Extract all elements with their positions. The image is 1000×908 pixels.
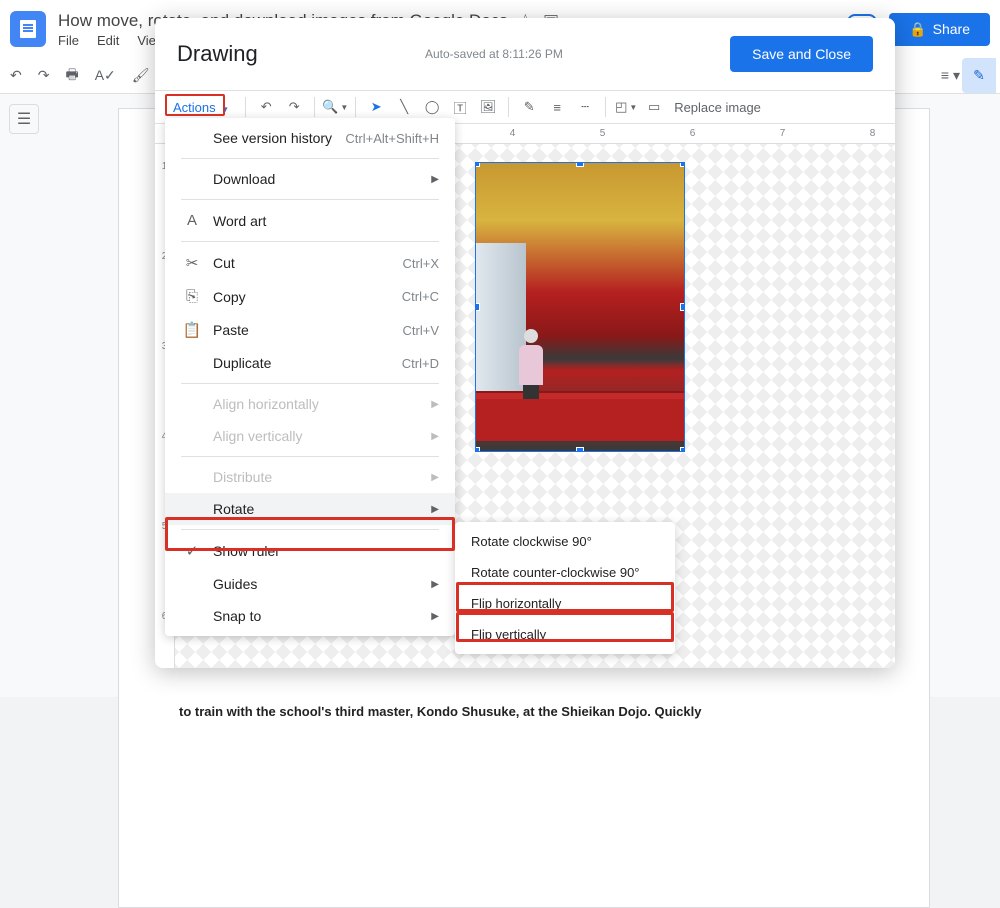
menu-wordart[interactable]: AWord art bbox=[165, 204, 455, 237]
undo-icon[interactable]: ↶ bbox=[254, 95, 278, 119]
resize-handle[interactable] bbox=[475, 162, 480, 167]
menu-paste[interactable]: 📋PasteCtrl+V bbox=[165, 313, 455, 347]
border-dash-icon[interactable]: ┄ bbox=[573, 95, 597, 119]
menu-snap-to[interactable]: Snap to▶ bbox=[165, 600, 455, 632]
textbox-icon[interactable]: 🅃 bbox=[448, 95, 472, 119]
shape-icon[interactable]: ◯ bbox=[420, 95, 444, 119]
autosave-label: Auto-saved at 8:11:26 PM bbox=[425, 47, 563, 61]
cut-icon: ✂ bbox=[181, 254, 203, 272]
submenu-flip-vertical[interactable]: Flip vertically bbox=[455, 619, 675, 650]
submenu-rotate-ccw[interactable]: Rotate counter-clockwise 90° bbox=[455, 557, 675, 588]
crop-icon[interactable]: ◰▼ bbox=[614, 95, 638, 119]
actions-menu: See version historyCtrl+Alt+Shift+H Down… bbox=[165, 118, 455, 636]
menu-version-history[interactable]: See version historyCtrl+Alt+Shift+H bbox=[165, 122, 455, 154]
resize-handle[interactable] bbox=[576, 447, 584, 452]
actions-button[interactable]: Actions ▼ bbox=[165, 96, 237, 119]
image-icon[interactable]: 🖼 bbox=[476, 95, 500, 119]
menu-distribute: Distribute▶ bbox=[165, 461, 455, 493]
outline-icon[interactable]: ☰ bbox=[9, 104, 39, 134]
select-icon[interactable]: ➤ bbox=[364, 95, 388, 119]
menu-edit[interactable]: Edit bbox=[97, 33, 119, 48]
drawing-modal: Drawing Auto-saved at 8:11:26 PM Save an… bbox=[155, 18, 895, 668]
submenu-flip-horizontal[interactable]: Flip horizontally bbox=[455, 588, 675, 619]
border-color-icon[interactable]: ✎ bbox=[517, 95, 541, 119]
menu-align-vertical: Align vertically▶ bbox=[165, 420, 455, 452]
redo-icon[interactable]: ↷ bbox=[282, 95, 306, 119]
copy-icon: ⎘ bbox=[181, 288, 203, 305]
docs-logo-icon bbox=[10, 11, 46, 47]
menu-guides[interactable]: Guides▶ bbox=[165, 568, 455, 600]
resize-handle[interactable] bbox=[680, 162, 685, 167]
line-icon[interactable]: ╲ bbox=[392, 95, 416, 119]
paint-format-icon[interactable]: 🖌 bbox=[132, 67, 150, 84]
resize-handle[interactable] bbox=[680, 303, 685, 311]
menu-cut[interactable]: ✂CutCtrl+X bbox=[165, 246, 455, 280]
undo-icon[interactable]: ↶ bbox=[10, 67, 22, 84]
menu-copy[interactable]: ⎘CopyCtrl+C bbox=[165, 280, 455, 313]
menu-rotate[interactable]: Rotate▶ bbox=[165, 493, 455, 525]
resize-handle[interactable] bbox=[475, 447, 480, 452]
edit-mode-icon[interactable]: ✎ bbox=[962, 58, 996, 93]
menu-file[interactable]: File bbox=[58, 33, 79, 48]
resize-handle[interactable] bbox=[576, 162, 584, 167]
menu-align-horizontal: Align horizontally▶ bbox=[165, 388, 455, 420]
mask-icon[interactable]: ▭ bbox=[642, 95, 666, 119]
menu-show-ruler[interactable]: ✓Show ruler bbox=[165, 534, 455, 568]
resize-handle[interactable] bbox=[475, 303, 480, 311]
lock-icon: 🔒 bbox=[909, 21, 926, 38]
drawing-title: Drawing bbox=[177, 41, 258, 67]
resize-handle[interactable] bbox=[680, 447, 685, 452]
redo-icon[interactable]: ↷ bbox=[38, 67, 50, 84]
submenu-rotate-cw[interactable]: Rotate clockwise 90° bbox=[455, 526, 675, 557]
share-button[interactable]: 🔒 Share bbox=[889, 13, 990, 46]
menu-download[interactable]: Download▶ bbox=[165, 163, 455, 195]
selected-image[interactable] bbox=[475, 162, 685, 452]
paste-icon: 📋 bbox=[181, 321, 203, 339]
page-text: to train with the school's third master,… bbox=[179, 704, 869, 719]
border-weight-icon[interactable]: ≡ bbox=[545, 95, 569, 119]
spellcheck-icon[interactable]: A✓ bbox=[95, 67, 116, 84]
wordart-icon: A bbox=[181, 212, 203, 229]
bulleted-list-icon[interactable]: ≡ ▾ bbox=[941, 67, 960, 84]
check-icon: ✓ bbox=[181, 542, 203, 560]
save-and-close-button[interactable]: Save and Close bbox=[730, 36, 873, 72]
zoom-icon[interactable]: 🔍▼ bbox=[323, 95, 347, 119]
replace-image-button[interactable]: Replace image bbox=[674, 100, 761, 115]
printer-icon[interactable]: 🖶 bbox=[65, 64, 78, 88]
menu-duplicate[interactable]: DuplicateCtrl+D bbox=[165, 347, 455, 379]
outline-sidebar: ☰ bbox=[0, 94, 48, 697]
rotate-submenu: Rotate clockwise 90° Rotate counter-cloc… bbox=[455, 522, 675, 654]
